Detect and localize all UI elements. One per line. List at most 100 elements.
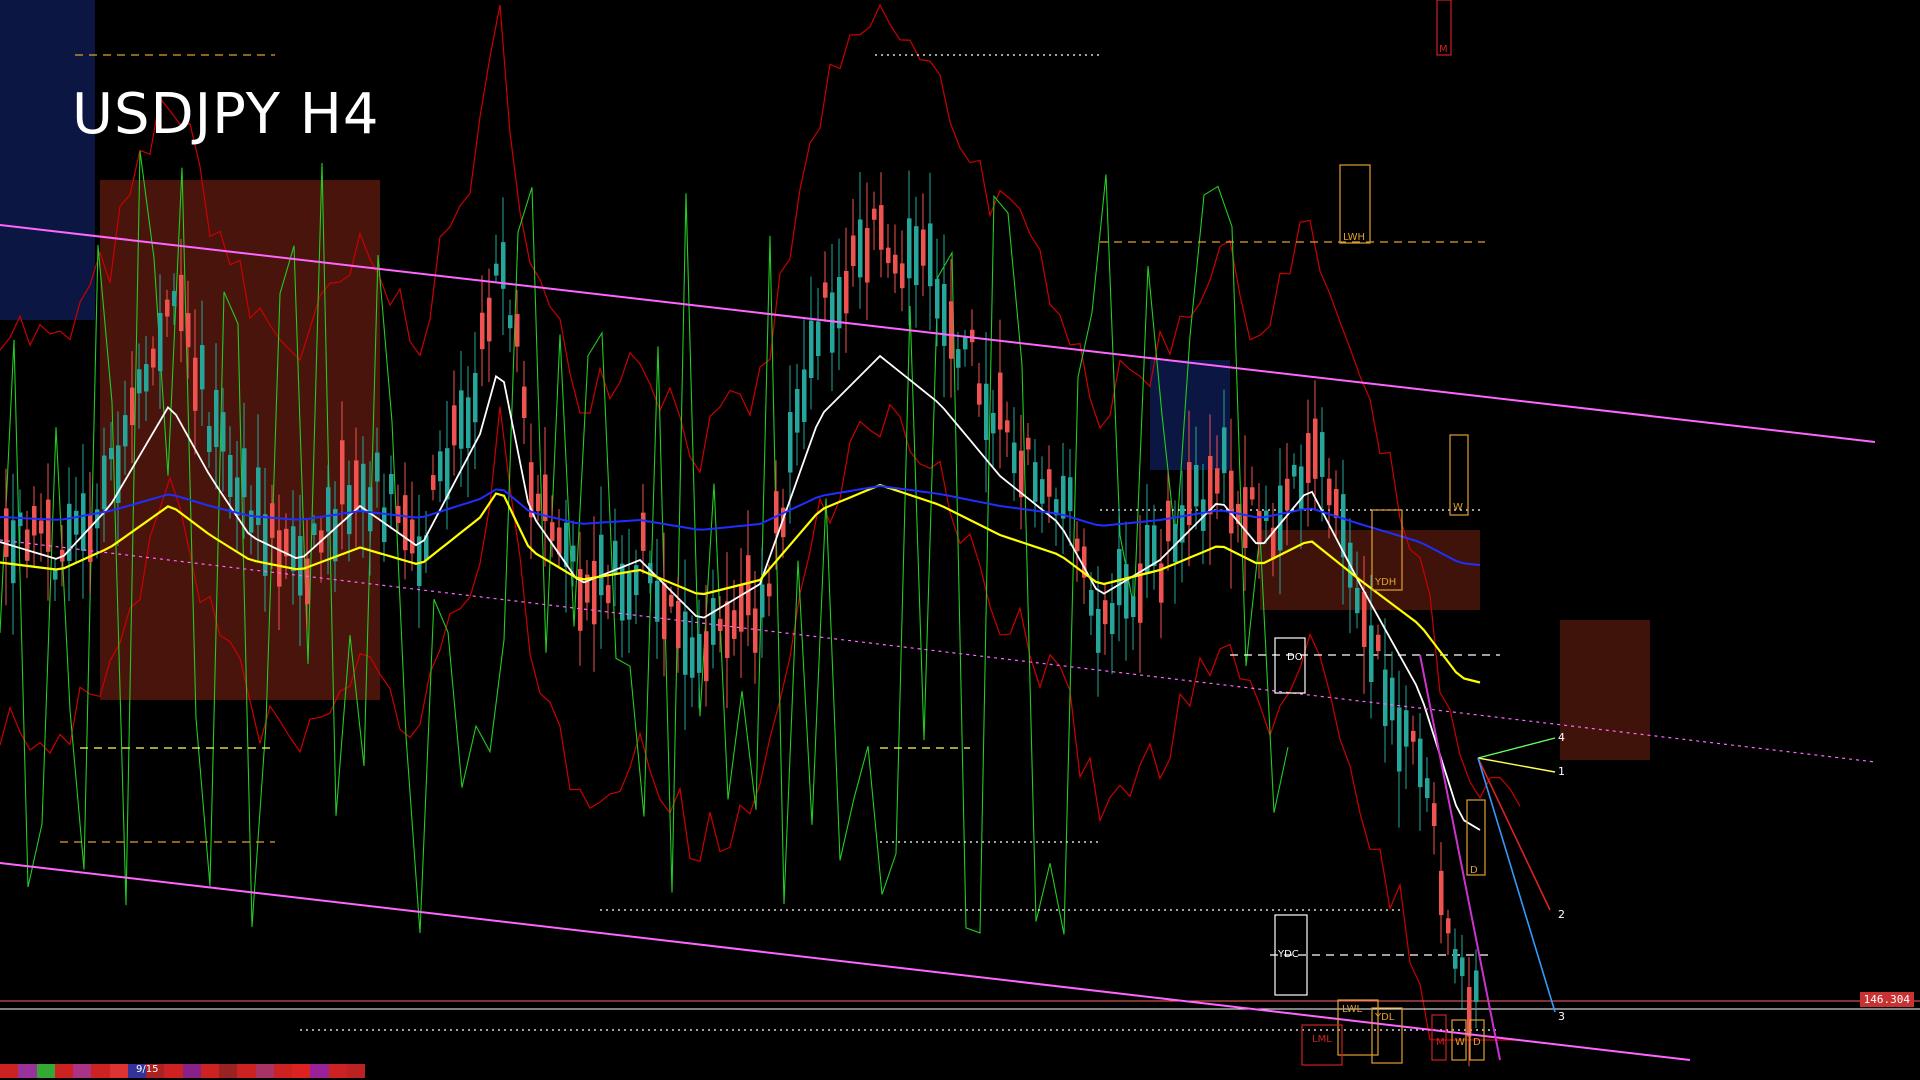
- level-label: LWL: [1342, 1004, 1363, 1015]
- candle-body: [501, 242, 506, 289]
- candle-body: [550, 522, 555, 541]
- candle-body: [1005, 420, 1010, 433]
- candle-body: [74, 510, 79, 535]
- candle-body: [1012, 442, 1017, 474]
- candle-body: [816, 321, 821, 357]
- projection-1: [1477, 757, 1556, 773]
- candle-body: [1194, 464, 1199, 507]
- candle-body: [473, 372, 478, 423]
- projection-4: [1477, 737, 1556, 759]
- candle-body: [228, 454, 233, 497]
- page-indicator: 9/15: [136, 1064, 159, 1075]
- candle-body: [522, 386, 527, 418]
- level-label: M: [1439, 44, 1448, 55]
- level-box: [1466, 799, 1486, 876]
- candle-body: [851, 235, 856, 267]
- level-label: DO: [1287, 652, 1303, 663]
- candle-body: [1131, 596, 1136, 618]
- candle-body: [725, 601, 730, 659]
- projection-label: 3: [1558, 1010, 1565, 1023]
- candle-body: [1460, 957, 1465, 977]
- candle-body: [1292, 464, 1297, 477]
- candle-body: [39, 520, 44, 534]
- candle-body: [1040, 479, 1045, 504]
- cloud-area: [0, 0, 95, 320]
- current-price-tag: 146.304: [1859, 992, 1914, 1007]
- candle-body: [809, 320, 814, 378]
- candle-body: [4, 508, 9, 557]
- candle-body: [1278, 485, 1283, 551]
- candle-body: [1222, 427, 1227, 474]
- candle-body: [1404, 710, 1409, 747]
- candle-body: [508, 315, 513, 329]
- candle-body: [312, 523, 317, 535]
- candle-body: [1418, 738, 1423, 788]
- candle-body: [676, 601, 681, 649]
- candle-body: [879, 205, 884, 250]
- candle-body: [123, 415, 128, 447]
- candle-body: [669, 594, 674, 607]
- color-swatch: [109, 1064, 128, 1078]
- color-swatch: [255, 1064, 274, 1078]
- candle-body: [1299, 466, 1304, 509]
- color-swatch: [36, 1064, 55, 1078]
- candle-body: [452, 405, 457, 446]
- candle-body: [1446, 918, 1451, 934]
- candle-body: [270, 503, 275, 538]
- level-label: D: [1473, 1037, 1481, 1048]
- candle-body: [235, 477, 240, 516]
- candle-body: [1257, 510, 1262, 545]
- candle-body: [1474, 970, 1479, 1003]
- cloud-area: [1260, 530, 1480, 610]
- price-chart[interactable]: LWHWYDHDODYDCLWLYDLLML M W DM4123: [0, 0, 1920, 1080]
- candle-body: [340, 440, 345, 505]
- color-swatch: [237, 1064, 256, 1078]
- candle-body: [389, 474, 394, 495]
- candle-body: [970, 329, 975, 343]
- candle-body: [1376, 634, 1381, 652]
- level-label: LWH: [1343, 232, 1365, 243]
- candle-body: [802, 369, 807, 423]
- color-swatch: [200, 1064, 219, 1078]
- candle-body: [704, 631, 709, 682]
- candle-body: [487, 297, 492, 342]
- candle-body: [1285, 478, 1290, 511]
- color-swatch: [346, 1064, 365, 1078]
- candle-body: [858, 219, 863, 278]
- level-label: D: [1470, 865, 1478, 876]
- candle-body: [774, 491, 779, 534]
- candle-body: [739, 585, 744, 632]
- candle-body: [1229, 470, 1234, 534]
- candle-body: [200, 345, 205, 390]
- candle-body: [1250, 487, 1255, 500]
- candle-body: [1019, 450, 1024, 498]
- candle-body: [788, 412, 793, 473]
- chart-title: USDJPY H4: [72, 82, 380, 147]
- projection-2: [1477, 757, 1551, 911]
- color-swatches: [0, 1064, 365, 1078]
- color-swatch: [219, 1064, 238, 1078]
- level-label: YDH: [1374, 577, 1396, 588]
- candle-body: [207, 426, 212, 453]
- cloud-area: [1560, 620, 1650, 760]
- candle-body: [179, 274, 184, 332]
- candle-body: [298, 536, 303, 596]
- candle-body: [935, 279, 940, 319]
- candle-body: [795, 389, 800, 433]
- candle-body: [375, 452, 380, 482]
- candle-body: [830, 292, 835, 353]
- level-label: YDC: [1277, 949, 1299, 960]
- candle-body: [1243, 487, 1248, 548]
- candle-body: [1215, 468, 1220, 494]
- candle-body: [144, 364, 149, 392]
- level-label: M: [1436, 1037, 1445, 1048]
- candle-body: [599, 534, 604, 596]
- candle-body: [466, 397, 471, 449]
- candle-body: [1033, 462, 1038, 502]
- candle-body: [1411, 730, 1416, 742]
- projection-label: 4: [1558, 731, 1565, 744]
- candle-body: [354, 460, 359, 512]
- candle-body: [1313, 418, 1318, 479]
- candle-body: [1068, 477, 1073, 512]
- candle-body: [1467, 987, 1472, 1037]
